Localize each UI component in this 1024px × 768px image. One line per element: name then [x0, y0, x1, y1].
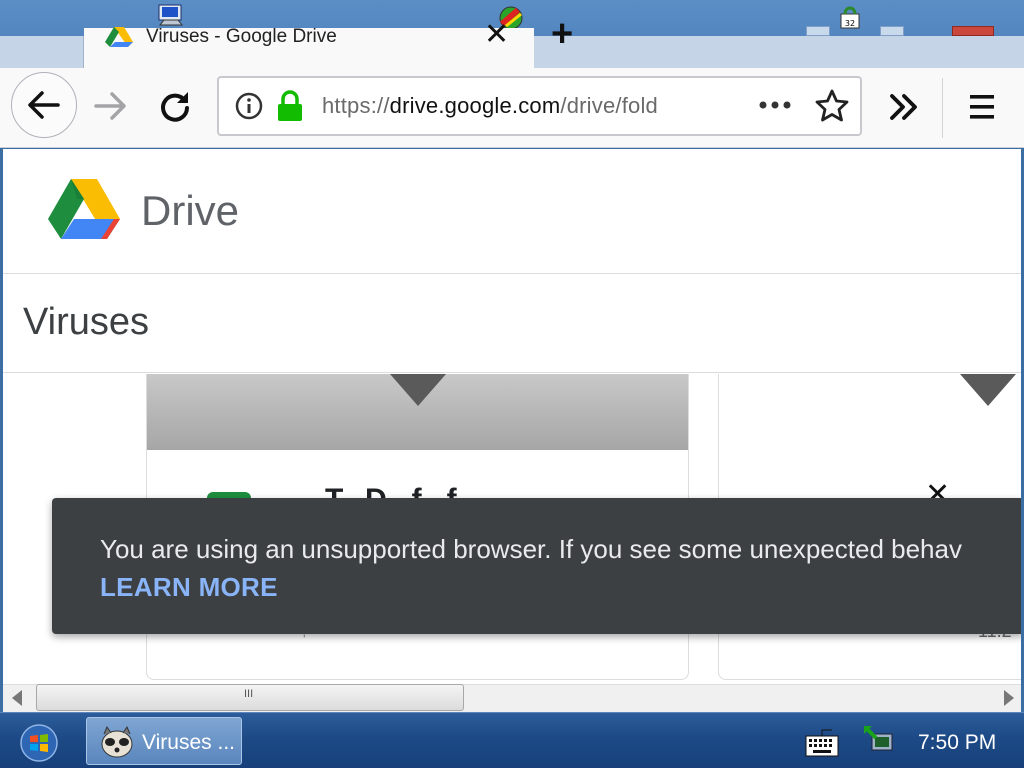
unsupported-browser-snackbar: You are using an unsupported browser. If… — [52, 498, 1021, 634]
window-close-button[interactable] — [952, 26, 994, 36]
play-triangle-icon — [390, 374, 446, 406]
tool-icon: 32 — [840, 6, 860, 29]
hamburger-icon[interactable] — [962, 88, 1002, 126]
tab-title: Viruses - Google Drive — [146, 26, 337, 47]
info-icon[interactable] — [234, 91, 264, 121]
learn-more-link[interactable]: LEARN MORE — [100, 572, 278, 603]
url-path: /drive/fold — [560, 93, 658, 118]
taskbar-app-label: Viruses ... — [142, 731, 235, 754]
forward-icon — [94, 92, 126, 120]
new-tab-button[interactable]: + — [551, 15, 573, 53]
scroll-left-icon[interactable] — [8, 688, 28, 708]
window-maximize-button[interactable] — [880, 26, 904, 36]
url-text[interactable]: https://drive.google.com/drive/fold — [322, 93, 684, 123]
drive-favicon-icon — [105, 27, 133, 47]
snackbar-message: You are using an unsupported browser. If… — [100, 534, 962, 564]
network-icon[interactable] — [862, 724, 896, 758]
svg-text:32: 32 — [845, 19, 855, 28]
drive-logo-icon[interactable] — [47, 177, 121, 241]
star-icon[interactable] — [814, 88, 850, 124]
window-minimize-button[interactable] — [806, 26, 830, 36]
folder-bar — [3, 275, 1021, 373]
drive-app-name: Drive — [141, 187, 240, 234]
web-page: Drive Viruses T.. D.. f.. f.. ' 11.2 ✕ Y… — [3, 149, 1021, 684]
back-icon — [28, 91, 60, 119]
url-prefix: https:// — [322, 93, 390, 118]
windows-logo-icon[interactable] — [20, 724, 58, 762]
page-actions-button[interactable] — [756, 88, 794, 122]
computer-icon — [158, 4, 184, 26]
lock-icon[interactable] — [276, 90, 304, 122]
folder-title: Viruses — [23, 301, 150, 343]
tab-close-button[interactable]: ✕ — [484, 20, 509, 50]
keyboard-icon[interactable] — [804, 726, 840, 758]
tab-strip — [0, 36, 84, 68]
reload-icon — [161, 92, 189, 122]
play-triangle-icon — [960, 374, 1016, 406]
raccoon-icon — [101, 725, 133, 758]
url-domain: drive.google.com — [389, 93, 561, 118]
scrollbar-grip: III — [244, 688, 254, 700]
tab-strip — [534, 36, 1024, 68]
scroll-right-icon[interactable] — [998, 688, 1018, 708]
chevrons-icon[interactable] — [884, 88, 924, 126]
toolbar-separator — [942, 78, 943, 138]
clock: 7:50 PM — [918, 731, 997, 754]
